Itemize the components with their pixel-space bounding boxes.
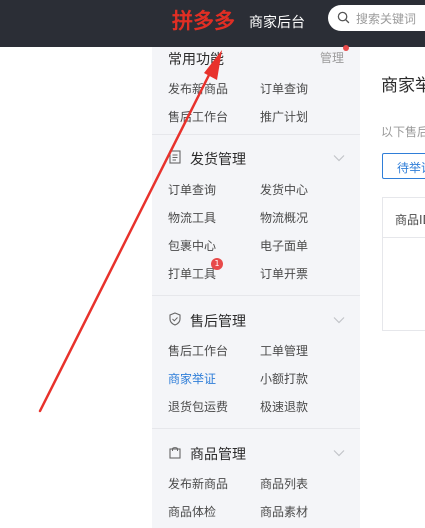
page-description: 以下售后 bbox=[381, 125, 425, 139]
sidebar-item-order-invoice[interactable]: 订单开票 bbox=[260, 265, 308, 282]
sidebar-item-aftersale-workbench[interactable]: 售后工作台 bbox=[168, 342, 228, 359]
pending-evidence-button[interactable]: 待举证 bbox=[382, 153, 425, 179]
chevron-down-icon[interactable] bbox=[332, 151, 346, 165]
sidebar-item-small-payment[interactable]: 小额打款 bbox=[260, 370, 308, 387]
pending-evidence-label: 待举证 bbox=[397, 161, 425, 175]
sidebar-item-goods-list[interactable]: 商品列表 bbox=[260, 475, 308, 492]
aftersale-management-title[interactable]: 售后管理 bbox=[190, 311, 246, 331]
search-icon bbox=[337, 11, 350, 24]
bag-icon bbox=[169, 447, 181, 459]
notification-badge: 1 bbox=[211, 258, 223, 270]
sidebar-item-publish-goods[interactable]: 发布新商品 bbox=[168, 80, 228, 97]
sidebar: 常用功能 管理 发布新商品 订单查询 售后工作台 推广计划 发货管理 订单查询 … bbox=[152, 45, 360, 528]
sidebar-item-electronic-waybill[interactable]: 电子面单 bbox=[260, 237, 308, 254]
common-functions-title: 常用功能 bbox=[168, 52, 224, 68]
chevron-down-icon[interactable] bbox=[332, 446, 346, 460]
divider bbox=[152, 134, 360, 135]
sidebar-item-shipping-center[interactable]: 发货中心 bbox=[260, 181, 308, 198]
divider bbox=[152, 428, 360, 429]
sidebar-item-return-shipping[interactable]: 退货包运费 bbox=[168, 398, 228, 415]
sidebar-item-publish-goods[interactable]: 发布新商品 bbox=[168, 475, 228, 492]
page-title: 商家举 bbox=[381, 76, 425, 96]
document-icon bbox=[169, 150, 181, 164]
shield-icon bbox=[169, 312, 181, 326]
sidebar-item-quick-refund[interactable]: 极速退款 bbox=[260, 398, 308, 415]
sidebar-item-order-query[interactable]: 订单查询 bbox=[168, 181, 216, 198]
pinduoduo-logo[interactable]: 拼多多 bbox=[172, 5, 235, 35]
merchant-backend-title: 商家后台 bbox=[249, 15, 305, 31]
main-content: 商家举 以下售后 待举证 商品ID bbox=[360, 47, 425, 528]
sidebar-item-logistics-overview[interactable]: 物流概况 bbox=[260, 209, 308, 226]
manage-link[interactable]: 管理 bbox=[320, 49, 344, 66]
sidebar-item-goods-material[interactable]: 商品素材 bbox=[260, 503, 308, 520]
evidence-table: 商品ID bbox=[382, 197, 425, 331]
column-header-goods-id: 商品ID bbox=[395, 213, 425, 227]
goods-management-title[interactable]: 商品管理 bbox=[190, 444, 246, 464]
sidebar-item-goods-inspection[interactable]: 商品体检 bbox=[168, 503, 216, 520]
top-bar: 拼多多 商家后台 搜索关键词 bbox=[0, 0, 425, 47]
sidebar-item-ticket-management[interactable]: 工单管理 bbox=[260, 342, 308, 359]
sidebar-item-promotion-plan[interactable]: 推广计划 bbox=[260, 108, 308, 125]
chevron-down-icon[interactable] bbox=[332, 313, 346, 327]
shipping-management-title[interactable]: 发货管理 bbox=[190, 149, 246, 169]
search-input[interactable]: 搜索关键词 bbox=[328, 5, 425, 31]
table-header: 商品ID bbox=[383, 198, 425, 238]
divider bbox=[152, 295, 360, 296]
sidebar-item-order-query[interactable]: 订单查询 bbox=[260, 80, 308, 97]
sidebar-item-package-center[interactable]: 包裹中心 bbox=[168, 237, 216, 254]
sidebar-item-merchant-evidence[interactable]: 商家举证 bbox=[168, 370, 216, 387]
sidebar-item-print-tool[interactable]: 打单工具 bbox=[168, 265, 216, 282]
search-placeholder: 搜索关键词 bbox=[356, 12, 417, 26]
sidebar-item-logistics-tools[interactable]: 物流工具 bbox=[168, 209, 216, 226]
notification-dot bbox=[343, 45, 349, 51]
sidebar-item-aftersale-workbench[interactable]: 售后工作台 bbox=[168, 108, 228, 125]
